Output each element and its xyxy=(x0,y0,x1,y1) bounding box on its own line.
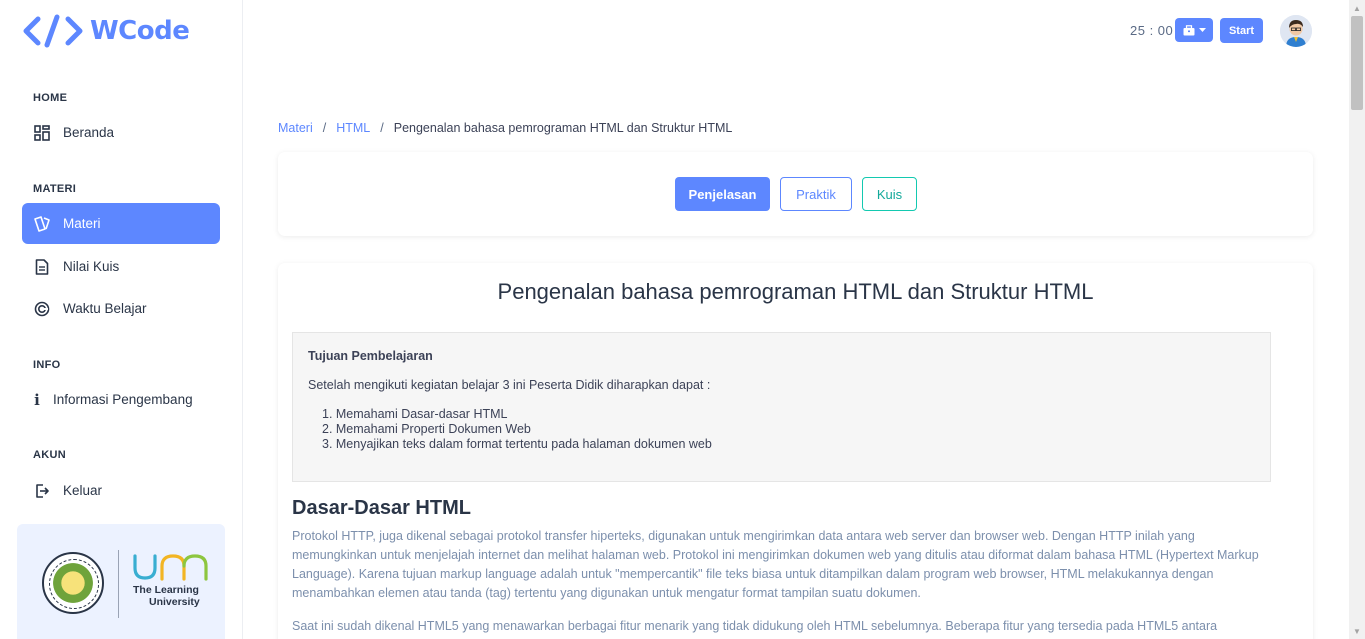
content-card: Pengenalan bahasa pemrograman HTML dan S… xyxy=(278,263,1313,639)
list-item: 3. Menyajikan teks dalam format tertentu… xyxy=(322,437,712,451)
clock-icon xyxy=(33,300,51,318)
objectives-heading: Tujuan Pembelajaran xyxy=(308,349,433,363)
sidebar-item-label: Nilai Kuis xyxy=(63,259,120,274)
section-title-info: INFO xyxy=(33,359,61,371)
list-item: 2. Memahami Properti Dokumen Web xyxy=(322,422,531,436)
sidebar-item-label: Beranda xyxy=(63,125,115,140)
sidebar-item-beranda[interactable]: Beranda xyxy=(22,112,220,153)
list-item: 1. Memahami Dasar-dasar HTML xyxy=(322,407,508,421)
sidebar-item-informasi-pengembang[interactable]: i Informasi Pengembang xyxy=(22,379,220,420)
section-title-materi: MATERI xyxy=(33,183,77,195)
caret-down-icon xyxy=(1198,27,1206,32)
sidebar-item-label: Keluar xyxy=(63,483,103,498)
app-name: WCode xyxy=(90,16,190,46)
sidebar-item-label: Informasi Pengembang xyxy=(53,392,193,407)
breadcrumb-materi[interactable]: Materi xyxy=(278,121,313,135)
breadcrumb: Materi / HTML / Pengenalan bahasa pemrog… xyxy=(278,121,732,135)
breadcrumb-current: Pengenalan bahasa pemrograman HTML dan S… xyxy=(393,121,733,135)
section-title-akun: AKUN xyxy=(33,449,66,461)
briefcase-icon xyxy=(1183,24,1194,35)
sidebar-item-waktu-belajar[interactable]: Waktu Belajar xyxy=(22,288,220,329)
divider xyxy=(118,550,119,618)
page-scrollbar[interactable]: ▲ ▼ xyxy=(1349,0,1365,639)
university-card: The Learning University xyxy=(17,524,225,639)
document-icon xyxy=(33,258,51,276)
sidebar-item-materi[interactable]: Materi xyxy=(22,203,220,244)
breadcrumb-separator: / xyxy=(322,121,327,135)
scroll-thumb[interactable] xyxy=(1351,16,1363,110)
scroll-down-arrow-icon[interactable]: ▼ xyxy=(1349,623,1365,639)
app-logo[interactable]: WCode xyxy=(22,14,190,48)
tab-kuis[interactable]: Kuis xyxy=(862,177,917,211)
sidebar-item-label: Waktu Belajar xyxy=(63,301,147,316)
paragraph: Saat ini sudah dikenal HTML5 yang menawa… xyxy=(292,619,1218,633)
um-logo xyxy=(133,554,208,581)
section-heading: Dasar-Dasar HTML xyxy=(292,497,471,519)
paragraph: Protokol HTTP, juga dikenal sebagai prot… xyxy=(292,529,1259,600)
avatar-image xyxy=(1280,15,1312,47)
learning-objectives-box: Tujuan Pembelajaran Setelah mengikuti ke… xyxy=(292,332,1271,482)
university-tagline: The Learning University xyxy=(133,584,200,608)
breadcrumb-html[interactable]: HTML xyxy=(336,121,370,135)
sidebar-item-nilai-kuis[interactable]: Nilai Kuis xyxy=(22,246,220,287)
code-icon xyxy=(23,14,83,48)
breadcrumb-separator: / xyxy=(380,121,384,135)
sidebar-item-keluar[interactable]: Keluar xyxy=(22,470,220,511)
start-button[interactable]: Start xyxy=(1220,18,1263,43)
sidebar-item-label: Materi xyxy=(63,216,101,231)
tab-penjelasan[interactable]: Penjelasan xyxy=(675,177,770,211)
user-avatar[interactable] xyxy=(1280,15,1312,47)
section-title-home: HOME xyxy=(33,92,68,104)
objectives-intro: Setelah mengikuti kegiatan belajar 3 ini… xyxy=(308,378,711,392)
logout-icon xyxy=(33,482,51,500)
cards-icon xyxy=(33,215,51,233)
tabs-card: Penjelasan Praktik Kuis xyxy=(278,152,1313,236)
university-seal-logo xyxy=(42,552,104,614)
toolbox-dropdown-button[interactable] xyxy=(1175,18,1213,42)
tab-praktik[interactable]: Praktik xyxy=(780,177,852,211)
scroll-up-arrow-icon[interactable]: ▲ xyxy=(1349,0,1365,16)
sidebar: WCode HOME Beranda MATERI Materi Nilai K… xyxy=(0,0,243,639)
info-icon: i xyxy=(34,390,40,409)
objectives-list: 1. Memahami Dasar-dasar HTML 2. Memahami… xyxy=(322,407,712,452)
dashboard-icon xyxy=(33,124,51,142)
countdown-timer: 25 : 00 xyxy=(1130,23,1174,38)
page-title: Pengenalan bahasa pemrograman HTML dan S… xyxy=(497,279,1094,304)
